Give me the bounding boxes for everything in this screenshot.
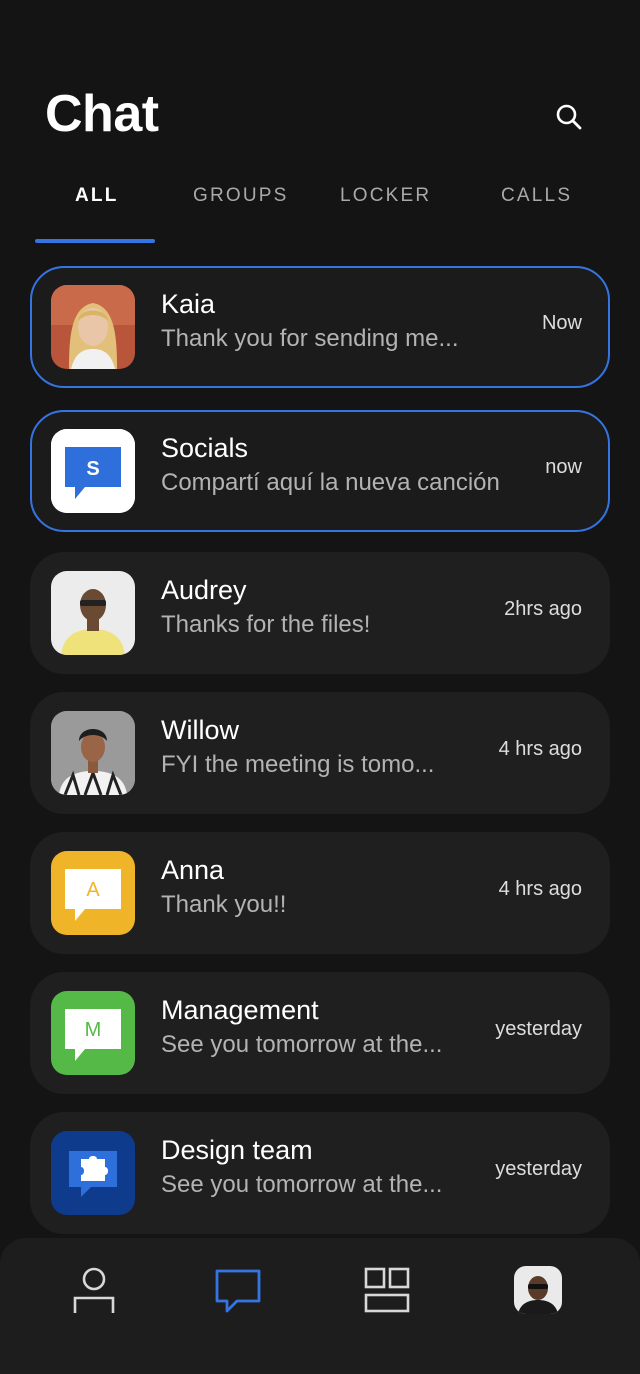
message-preview: FYI the meeting is tomo... (161, 751, 435, 778)
avatar: A (51, 851, 135, 935)
page-title: Chat (45, 85, 159, 143)
chat-item-management[interactable]: M Management See you tomorrow at the... … (30, 972, 610, 1094)
message-preview: See you tomorrow at the... (161, 1031, 443, 1058)
nav-chat-button[interactable] (210, 1262, 266, 1318)
avatar (51, 285, 135, 369)
chat-bubble-icon (215, 1269, 261, 1313)
puzzle-icon (51, 1131, 135, 1215)
speech-bubble-icon: S (51, 429, 135, 513)
contact-letter: A (86, 879, 100, 901)
timestamp: 2hrs ago (504, 598, 582, 620)
timestamp: yesterday (495, 1158, 582, 1180)
timestamp: yesterday (495, 1018, 582, 1040)
person-icon (73, 1267, 115, 1313)
avatar (51, 1131, 135, 1215)
search-button[interactable] (550, 98, 588, 136)
chat-item-design-team[interactable]: Design team See you tomorrow at the... y… (30, 1112, 610, 1234)
avatar (51, 711, 135, 795)
timestamp: 4 hrs ago (498, 738, 582, 760)
nav-contacts-button[interactable] (66, 1262, 122, 1318)
speech-bubble-icon: A (51, 851, 135, 935)
group-letter: S (86, 458, 99, 480)
tab-calls[interactable]: CALLS (501, 178, 572, 214)
tab-locker[interactable]: LOCKER (340, 178, 431, 214)
contact-name: Socials (161, 433, 249, 463)
message-preview: See you tomorrow at the... (161, 1171, 443, 1198)
search-icon (556, 104, 582, 130)
avatar: S (51, 429, 135, 513)
timestamp: Now (541, 312, 582, 334)
apps-grid-icon (364, 1267, 410, 1313)
message-preview: Compartí aquí la nueva canción (161, 469, 500, 496)
tab-groups[interactable]: GROUPS (193, 178, 289, 214)
chat-item-socials[interactable]: S Socials Compartí aquí la nueva canción… (30, 410, 610, 532)
chat-item-anna[interactable]: A Anna Thank you!! 4 hrs ago (30, 832, 610, 954)
nav-apps-button[interactable] (359, 1262, 415, 1318)
profile-avatar (514, 1266, 562, 1314)
nav-profile-button[interactable] (510, 1262, 566, 1318)
group-letter: M (85, 1019, 102, 1041)
tab-bar: ALL GROUPS LOCKER CALLS (0, 178, 640, 248)
bottom-nav (0, 1238, 640, 1374)
contact-name: Management (161, 995, 319, 1025)
contact-name: Kaia (161, 289, 216, 319)
message-preview: Thank you for sending me... (161, 325, 459, 352)
chat-item-kaia[interactable]: Kaia Thank you for sending me... Now (30, 266, 610, 388)
avatar: M (51, 991, 135, 1075)
tab-all[interactable]: ALL (75, 178, 119, 214)
message-preview: Thanks for the files! (161, 611, 371, 638)
chat-item-willow[interactable]: Willow FYI the meeting is tomo... 4 hrs … (30, 692, 610, 814)
chat-screen: Chat ALL GROUPS LOCKER CALLS Kaia Thank … (0, 0, 640, 1374)
active-tab-indicator (35, 239, 155, 243)
contact-name: Design team (161, 1135, 313, 1165)
contact-name: Audrey (161, 575, 247, 605)
contact-name: Willow (161, 715, 239, 745)
speech-bubble-icon: M (51, 991, 135, 1075)
message-preview: Thank you!! (161, 891, 287, 918)
timestamp: now (545, 456, 582, 478)
contact-name: Anna (161, 855, 225, 885)
avatar (51, 571, 135, 655)
timestamp: 4 hrs ago (498, 878, 582, 900)
chat-item-audrey[interactable]: Audrey Thanks for the files! 2hrs ago (30, 552, 610, 674)
